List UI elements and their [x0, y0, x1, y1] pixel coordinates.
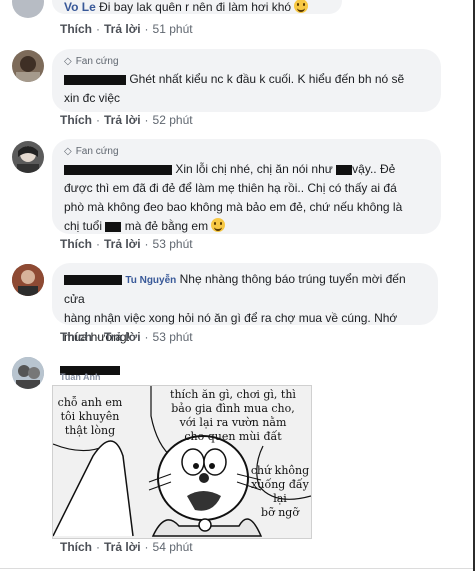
commenter-name-row: Tuan Anh [60, 363, 120, 382]
redacted-name [64, 274, 122, 285]
like-link[interactable]: Thích [60, 237, 92, 251]
comment-text-line: vậy.. Đẻ [352, 162, 396, 176]
comment-actions: Thích · Trả lời · 52 phút [60, 113, 193, 127]
comment-bubble: Tu Nguyễn Nhẹ nhàng thông báo trúng tuyể… [52, 263, 438, 344]
diamond-icon: ◇ [64, 146, 72, 157]
comment-text-line: phò mà không đeo bao không mà bảo em đẻ,… [64, 200, 403, 214]
timestamp[interactable]: 54 phút [153, 540, 193, 554]
comment-actions: Thích · Trả lời · 53 phút [60, 330, 193, 344]
reply-link[interactable]: Trả lời [104, 540, 141, 554]
timestamp[interactable]: 53 phút [153, 237, 193, 251]
smile-emoji-icon [294, 0, 309, 13]
like-link[interactable]: Thích [60, 113, 92, 127]
comment-text-line: mà đẻ bằng em [124, 219, 209, 233]
comment-text-line: hàng nhận việc xong hỏi nó ăn gì để ra c… [64, 311, 398, 325]
redacted-name [64, 74, 126, 85]
comic-speech-right: chứ không xuống đấy lại bỡ ngỡ [250, 464, 310, 519]
timestamp[interactable]: 53 phút [153, 330, 193, 344]
comment-bubble: Vo Le Đi bay lak quên r nên đi làm hơi k… [52, 0, 342, 14]
comment-text-line: chị tuổi [64, 219, 103, 233]
redacted-name [64, 164, 172, 175]
comment-actions: Thích · Trả lời · 53 phút [60, 237, 193, 251]
comment-text-line: Xin lỗi chị nhé, chị ăn nói như [175, 162, 333, 176]
like-link[interactable]: Thích [60, 330, 92, 344]
bottom-divider [0, 568, 473, 569]
smile-emoji-icon [211, 218, 226, 232]
comment-text-line: được thì em đã đi đẻ để làm mẹ thiên hạ … [64, 181, 397, 195]
avatar[interactable] [12, 50, 44, 82]
comment-actions: Thích · Trả lời · 51 phút [60, 22, 193, 36]
like-link[interactable]: Thích [60, 22, 92, 36]
reply-link[interactable]: Trả lời [104, 113, 141, 127]
comment-bubble: ◇ Fan cứng Ghét nhất kiểu nc k đầu k cuối… [52, 49, 441, 112]
avatar[interactable] [12, 0, 44, 18]
commenter-name-fragment[interactable]: Tuan Anh [60, 372, 101, 382]
comment-text-line: Ghét nhất kiểu nc k đầu k cuối. K hiểu đ… [129, 72, 405, 86]
timestamp[interactable]: 51 phút [153, 22, 193, 36]
reply-link[interactable]: Trả lời [104, 330, 141, 344]
comment-text-line: xin đc việc [64, 91, 121, 105]
redacted-word [105, 221, 122, 232]
avatar[interactable] [12, 141, 44, 173]
comic-speech-left: chỗ anh em tôi khuyên thật lòng [57, 396, 123, 437]
comment-actions: Thích · Trả lời · 54 phút [60, 540, 193, 554]
avatar[interactable] [12, 264, 44, 296]
commenter-name-fragment[interactable]: Tu Nguyễn [125, 275, 176, 286]
avatar[interactable] [12, 357, 44, 389]
comic-image-attachment[interactable]: chỗ anh em tôi khuyên thật lòng thích ăn… [52, 385, 312, 539]
comment-text: Đi bay lak quên r nên đi làm hơi khó [99, 0, 292, 14]
commenter-name[interactable]: Vo Le [64, 0, 96, 14]
comic-speech-top: thích ăn gì, chơi gì, thì bảo gia đình m… [170, 388, 296, 443]
fan-badge: ◇ Fan cứng [64, 56, 119, 67]
reply-link[interactable]: Trả lời [104, 237, 141, 251]
comment-bubble: ◇ Fan cứng Xin lỗi chị nhé, chị ăn nói nh… [52, 139, 441, 234]
timestamp[interactable]: 52 phút [153, 113, 193, 127]
fan-badge: ◇ Fan cứng [64, 146, 119, 157]
redacted-word [336, 164, 353, 175]
like-link[interactable]: Thích [60, 540, 92, 554]
diamond-icon: ◇ [64, 56, 72, 67]
reply-link[interactable]: Trả lời [104, 22, 141, 36]
